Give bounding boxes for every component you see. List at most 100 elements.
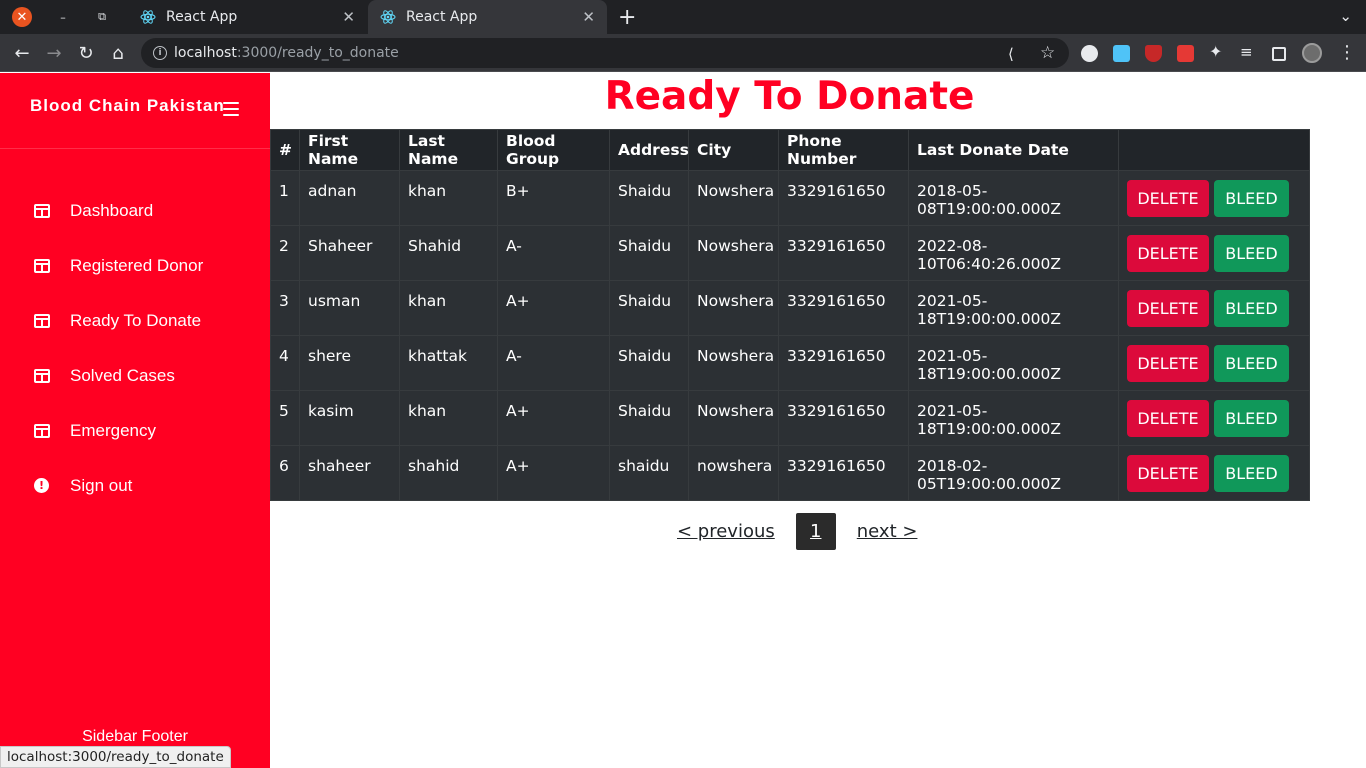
table-cell: Shaidu: [609, 280, 689, 336]
row-actions: DELETE BLEED: [1118, 280, 1310, 336]
sidebar-item-label: Registered Donor: [70, 255, 204, 275]
table-cell: 3329161650: [778, 390, 909, 446]
browser-tab[interactable]: React App ✕: [128, 0, 367, 34]
share-icon[interactable]: ⟨: [1008, 45, 1014, 63]
sidebar-item-emergency[interactable]: Emergency: [0, 403, 270, 458]
table-cell: Shaheer: [299, 225, 400, 281]
table-icon: [34, 423, 50, 438]
next-page-link[interactable]: next >: [857, 521, 918, 542]
window-close-button[interactable]: ✕: [12, 7, 32, 27]
table-cell: 3329161650: [778, 445, 909, 501]
browser-menu-icon[interactable]: ⋮: [1338, 42, 1356, 63]
table-cell: A+: [497, 390, 610, 446]
table-cell: Shaidu: [609, 335, 689, 391]
sidebar-menu: Dashboard Registered Donor Ready To Dona…: [0, 183, 270, 513]
donors-table-wrapper: # First Name Last Name Blood Group Addre…: [270, 129, 1310, 501]
back-arrow-icon[interactable]: ←: [11, 42, 33, 64]
row-actions: DELETE BLEED: [1118, 390, 1310, 446]
tab-close-icon[interactable]: ✕: [342, 8, 355, 26]
table-cell: Shaidu: [609, 170, 689, 226]
table-cell: 2: [270, 225, 300, 281]
row-actions: DELETE BLEED: [1118, 445, 1310, 501]
table-row: 4 shere khattak A- Shaidu Nowshera 3329161650 2…: [270, 335, 1310, 391]
delete-button[interactable]: DELETE: [1127, 290, 1209, 327]
tab-close-icon[interactable]: ✕: [582, 8, 595, 26]
table-cell: 1: [270, 170, 300, 226]
react-icon: [140, 10, 156, 24]
bleed-button[interactable]: BLEED: [1214, 290, 1289, 327]
table-row: 2 Shaheer Shahid A- Shaidu Nowshera 3329161650…: [270, 225, 1310, 281]
bleed-button[interactable]: BLEED: [1214, 345, 1289, 382]
table-icon: [34, 203, 50, 218]
delete-button[interactable]: DELETE: [1127, 345, 1209, 382]
info-icon[interactable]: i: [153, 46, 167, 60]
extension-icon[interactable]: [1081, 45, 1098, 62]
table-cell: adnan: [299, 170, 400, 226]
current-page-button[interactable]: 1: [795, 513, 836, 550]
media-queue-icon[interactable]: ≡: [1240, 43, 1257, 61]
table-cell: khan: [399, 280, 498, 336]
bookmark-star-icon[interactable]: ☆: [1040, 43, 1055, 63]
sidebar-item-dashboard[interactable]: Dashboard: [0, 183, 270, 238]
address-bar[interactable]: i localhost:3000/ready_to_donate: [141, 38, 1069, 68]
sidebar-item-sign-out[interactable]: ! Sign out: [0, 458, 270, 513]
table-cell: khan: [399, 170, 498, 226]
table-cell: usman: [299, 280, 400, 336]
sidebar-item-solved-cases[interactable]: Solved Cases: [0, 348, 270, 403]
table-cell: 2021-05-18T19:00:00.000Z: [908, 390, 1119, 446]
table-cell: Nowshera: [688, 225, 779, 281]
delete-button[interactable]: DELETE: [1127, 455, 1209, 492]
table-cell: khan: [399, 390, 498, 446]
sidebar-item-registered-donor[interactable]: Registered Donor: [0, 238, 270, 293]
window-maximize-button[interactable]: ⧉: [92, 7, 112, 27]
extension-icon[interactable]: [1177, 45, 1194, 62]
table-cell: Nowshera: [688, 390, 779, 446]
column-header: First Name: [299, 129, 400, 171]
browser-tab-active[interactable]: React App ✕: [368, 0, 607, 34]
reload-icon[interactable]: ↻: [75, 42, 97, 64]
previous-page-link[interactable]: < previous: [677, 521, 775, 542]
table-cell: 3329161650: [778, 280, 909, 336]
hamburger-menu-icon[interactable]: [223, 102, 239, 116]
window-minimize-button[interactable]: –: [53, 7, 73, 27]
table-row: 5 kasim khan A+ Shaidu Nowshera 3329161650 2021…: [270, 390, 1310, 446]
forward-arrow-icon[interactable]: →: [43, 42, 65, 64]
column-header: #: [270, 129, 300, 171]
table-cell: 2021-05-18T19:00:00.000Z: [908, 280, 1119, 336]
table-cell: khattak: [399, 335, 498, 391]
sidebar-item-label: Ready To Donate: [70, 310, 202, 330]
delete-button[interactable]: DELETE: [1127, 400, 1209, 437]
table-cell: 2018-02-05T19:00:00.000Z: [908, 445, 1119, 501]
bleed-button[interactable]: BLEED: [1214, 400, 1289, 437]
side-panel-icon[interactable]: [1272, 47, 1286, 61]
new-tab-button[interactable]: +: [618, 5, 636, 30]
browser-toolbar: ← → ↻ ⌂ i localhost:3000/ready_to_donate…: [0, 34, 1366, 72]
table-cell: Nowshera: [688, 280, 779, 336]
bleed-button[interactable]: BLEED: [1214, 180, 1289, 217]
row-actions: DELETE BLEED: [1118, 225, 1310, 281]
url-host: localhost: [174, 45, 237, 61]
home-icon[interactable]: ⌂: [107, 42, 129, 64]
table-icon: [34, 258, 50, 273]
table-cell: 4: [270, 335, 300, 391]
table-cell: shaheer: [299, 445, 400, 501]
extension-icon[interactable]: [1113, 45, 1130, 62]
sidebar-item-ready-to-donate[interactable]: Ready To Donate: [0, 293, 270, 348]
ublock-icon[interactable]: [1145, 45, 1162, 62]
table-cell: A-: [497, 225, 610, 281]
extensions-puzzle-icon[interactable]: ✦: [1209, 42, 1226, 61]
sidebar: Blood Chain Pakistan Dashboard Registere…: [0, 73, 270, 768]
table-row: 1 adnan khan B+ Shaidu Nowshera 3329161650 2018…: [270, 170, 1310, 226]
alert-circle-icon: !: [34, 478, 49, 493]
table-cell: shahid: [399, 445, 498, 501]
sidebar-item-label: Sign out: [70, 475, 133, 495]
delete-button[interactable]: DELETE: [1127, 180, 1209, 217]
page-title: Ready To Donate: [604, 74, 975, 119]
row-actions: DELETE BLEED: [1118, 170, 1310, 226]
profile-avatar[interactable]: [1302, 43, 1322, 63]
column-header: Phone Number: [778, 129, 909, 171]
bleed-button[interactable]: BLEED: [1214, 455, 1289, 492]
bleed-button[interactable]: BLEED: [1214, 235, 1289, 272]
delete-button[interactable]: DELETE: [1127, 235, 1209, 272]
tab-search-chevron-icon[interactable]: ⌄: [1339, 7, 1352, 25]
